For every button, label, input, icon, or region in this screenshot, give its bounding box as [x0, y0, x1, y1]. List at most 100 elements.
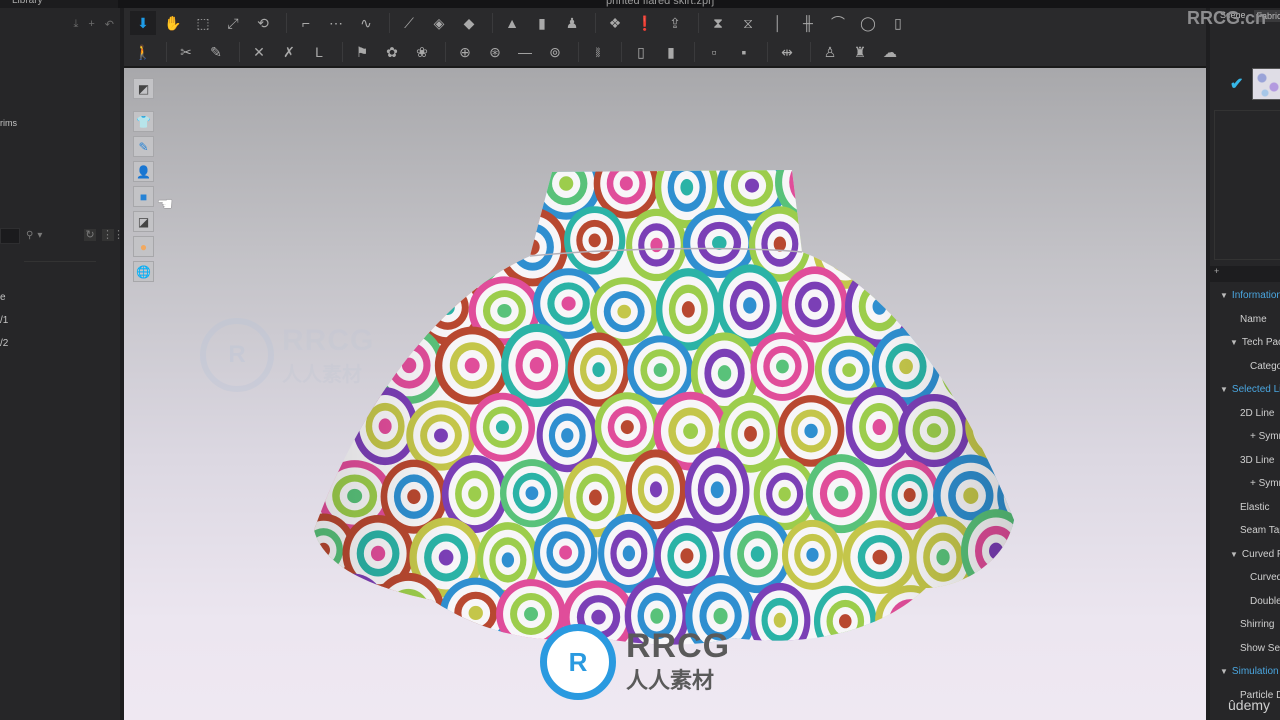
piping-tool-button[interactable]: ▮ [658, 40, 684, 64]
buttonhole-tool-button[interactable]: — [512, 40, 538, 64]
property-section[interactable]: ▼ Simulation [1220, 666, 1279, 677]
expand-triangle-icon[interactable]: ▼ [1220, 667, 1228, 676]
edit-texture-tool-button[interactable]: ✂ [173, 40, 199, 64]
expand-triangle-icon[interactable]: ▼ [1230, 338, 1238, 347]
stress-map-tool-button[interactable]: ⇪ [662, 11, 688, 35]
arrangement-tool-button[interactable]: ▲ [499, 11, 525, 35]
fastening-tool-button[interactable]: ⊚ [542, 40, 568, 64]
fold-arrangement-tool-button[interactable]: ⟲ [250, 11, 276, 35]
property-field[interactable]: + Symmetry [1250, 478, 1280, 489]
dropdown-arrow-icon[interactable]: ▾ [37, 230, 42, 241]
garment-circumference-tool-button[interactable]: ╫ [795, 11, 821, 35]
garment-length-tool-button[interactable]: │ [765, 11, 791, 35]
print-ring [435, 173, 451, 188]
edit-pin-tool-button[interactable]: ⟋ [396, 11, 422, 35]
show-avatar-icon[interactable]: 👤 [133, 161, 154, 182]
strain-map-tool-button[interactable]: ❗ [632, 11, 658, 35]
show-pattern-icon[interactable]: ✎ [133, 136, 154, 157]
trim-tool-button[interactable]: ⚑ [349, 40, 375, 64]
property-section[interactable]: ▼ Information [1220, 290, 1280, 301]
simulation-toggle-button[interactable]: ⬇ [130, 11, 156, 35]
property-field[interactable]: Category [1250, 361, 1280, 372]
property-subsection[interactable]: ▼Tech Pack [1230, 337, 1280, 348]
property-field[interactable]: Double-sided [1250, 596, 1280, 607]
edit-graphic-tool-button[interactable]: ✕ [246, 40, 272, 64]
property-field[interactable]: + Symmetry [1250, 431, 1280, 442]
ruler-tool-button[interactable]: ▯ [885, 11, 911, 35]
garment-fit-map-tool-button[interactable]: ❖ [602, 11, 628, 35]
avatar-measure-tool-button[interactable]: ⧖ [735, 11, 761, 35]
select-fold-tool-button[interactable]: ♙ [817, 40, 843, 64]
stitch-tool-button[interactable]: ▪ [731, 40, 757, 64]
expand-triangle-icon[interactable]: ▼ [1220, 291, 1228, 300]
print-ring [485, 173, 516, 202]
property-field[interactable]: 2D Line [1240, 408, 1274, 419]
texture-brush-tool-button[interactable]: ✎ [203, 40, 229, 64]
library-item[interactable]: rims [0, 118, 17, 128]
select-piping-tool-button[interactable]: ▯ [628, 40, 654, 64]
edit-tape-tool-button[interactable]: ⌒ [825, 11, 851, 35]
select-trim-tool-button[interactable]: ✿ [379, 40, 405, 64]
property-field[interactable]: Name [1240, 314, 1267, 325]
m-n-sewing-tool-button[interactable]: ∿ [353, 11, 379, 35]
property-field[interactable]: 3D Line [1240, 455, 1274, 466]
select-move-tool-button[interactable]: ✋ [160, 11, 186, 35]
fold-tool-button[interactable]: ♜ [847, 40, 873, 64]
library-tab[interactable]: Library [0, 0, 118, 8]
3d-viewport[interactable]: ◩ 👕 ✎ 👤 ■ ◪ ● 🌐 ☚ R RRCG 人人素材 R RRCG 人人素… [124, 68, 1206, 720]
download-icon[interactable]: ⤓ [73, 18, 78, 31]
select-box-tool-button[interactable]: ⬚ [190, 11, 216, 35]
pin-garment-tool-button[interactable]: ◈ [426, 11, 452, 35]
pin-avatar-tool-button[interactable]: ◆ [456, 11, 482, 35]
graphic-tool-icon: ✗ [283, 43, 295, 60]
checkmark-icon[interactable]: ✔ [1230, 74, 1243, 94]
environment-icon[interactable]: 🌐 [133, 261, 154, 282]
property-section[interactable]: ▼Selected Line [1220, 384, 1280, 395]
steam-tool-button[interactable]: ☁ [877, 40, 903, 64]
free-sewing-tool-button[interactable]: ⋯ [323, 11, 349, 35]
expand-triangle-icon[interactable]: ▼ [1230, 550, 1238, 559]
print-ring [869, 206, 944, 276]
tape-measure-tool-button[interactable]: ◯ [855, 11, 881, 35]
button-tool-button[interactable]: ⊛ [482, 40, 508, 64]
property-subsection[interactable]: ▼Curved Fold [1230, 549, 1280, 560]
property-field[interactable]: Show Seam [1240, 643, 1280, 654]
texture-view-icon[interactable]: ■ [133, 186, 154, 207]
property-field[interactable]: Elastic [1240, 502, 1269, 513]
render-surface-icon[interactable]: ◪ [133, 211, 154, 232]
trims-tool-button[interactable]: ❀ [409, 40, 435, 64]
transform-pattern-tool-button[interactable]: ⤢ [220, 11, 246, 35]
search-icon[interactable]: ⚲ [26, 230, 33, 241]
simulation-toggle-icon: ⬇ [137, 14, 149, 31]
property-label: Information [1231, 290, 1280, 301]
edit-avatar-measure-tool-button[interactable]: ⧗ [705, 11, 731, 35]
plus-icon[interactable]: + [88, 18, 94, 31]
zipper-tool-button[interactable]: ⧚ [585, 40, 611, 64]
fabric-swatch-thumbnail[interactable] [1252, 68, 1280, 100]
show-garment-icon[interactable]: 👕 [133, 111, 154, 132]
graphic-tool-button[interactable]: ✗ [276, 40, 302, 64]
library-search-input[interactable] [0, 228, 20, 244]
fitting-tool-button[interactable]: ♟ [559, 11, 585, 35]
library-item[interactable]: /1 [0, 315, 8, 326]
library-item[interactable]: /2 [0, 338, 8, 349]
stress-map-tool-icon: ⇪ [669, 14, 681, 31]
refresh-icon[interactable]: ↻ [84, 229, 96, 241]
avatar-pose-tool-button[interactable]: 🚶 [130, 40, 156, 64]
property-field[interactable]: Seam Taping [1240, 525, 1280, 536]
select-stitch-tool-button[interactable]: ▫ [701, 40, 727, 64]
select-button-tool-button[interactable]: ⊕ [452, 40, 478, 64]
logo-tool-button[interactable]: L [306, 40, 332, 64]
avatar-skin-icon[interactable]: ● [133, 236, 154, 257]
view-mode-icon[interactable]: ◩ [133, 78, 154, 99]
skirt-3d-model[interactable] [314, 168, 1014, 648]
segment-sewing-tool-button[interactable]: ⌐ [293, 11, 319, 35]
library-item[interactable]: e [0, 292, 6, 303]
back-arrow-icon[interactable]: ↶ [105, 18, 114, 31]
property-field[interactable]: Shirring [1240, 619, 1274, 630]
show-avatar-tool-button[interactable]: ▮ [529, 11, 555, 35]
grid-view-icon[interactable]: ⋮⋮ [102, 229, 124, 241]
expand-triangle-icon[interactable]: ▼ [1220, 385, 1228, 394]
puckering-tool-button[interactable]: ⇹ [774, 40, 800, 64]
property-field[interactable]: Curved Fold Angle [1250, 572, 1280, 583]
